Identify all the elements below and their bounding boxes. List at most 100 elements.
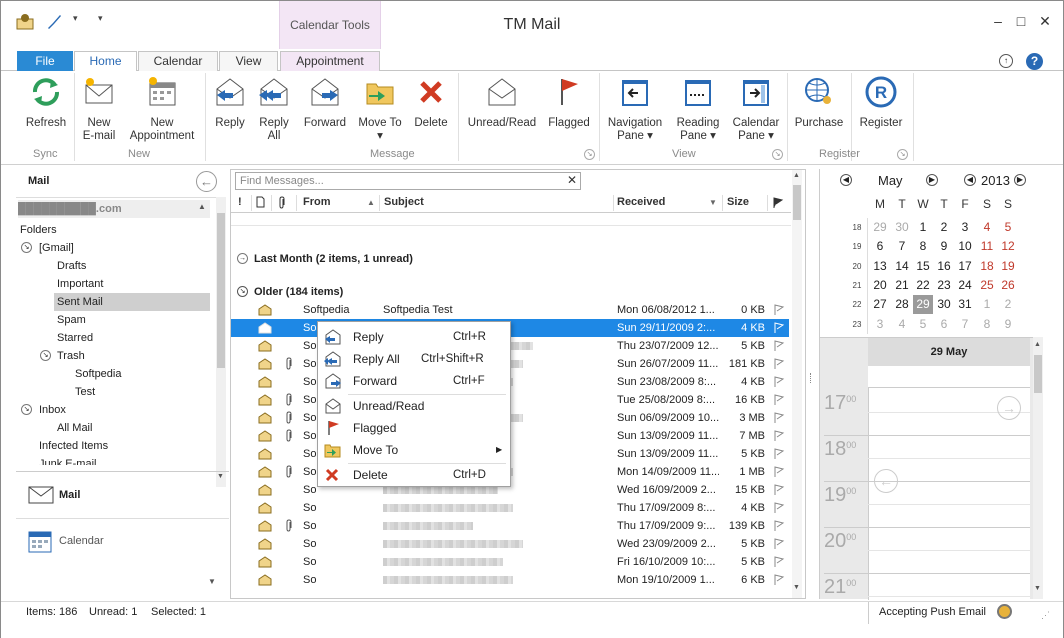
collapse-older-icon[interactable]: ↘ — [237, 286, 248, 297]
list-scroll-up-icon[interactable]: ▲ — [793, 172, 800, 179]
collapse-nav-icon[interactable]: ← — [196, 171, 217, 192]
importance-column-icon[interactable]: ! — [238, 196, 242, 208]
calendar-day[interactable]: 18 — [977, 257, 997, 276]
calendar-day[interactable]: 5 — [913, 315, 933, 334]
calendar-pane-button[interactable]: Calendar Pane ▾ — [730, 75, 782, 143]
expand-inbox-icon[interactable]: ↘ — [21, 404, 32, 415]
menu-item-unread-read[interactable]: Unread/Read — [318, 395, 510, 417]
calendar-day[interactable]: 22 — [913, 276, 933, 295]
calendar-day[interactable]: 13 — [870, 257, 890, 276]
flag-outline-icon[interactable] — [772, 483, 785, 499]
close-icon[interactable]: ✕ — [1035, 13, 1055, 33]
calendar-day[interactable]: 5 — [998, 218, 1018, 237]
view-dialog-launcher-icon[interactable]: ↘ — [772, 149, 783, 160]
calendar-day[interactable]: 1 — [977, 295, 997, 314]
tree-item-softpedia[interactable]: Softpedia — [75, 365, 121, 383]
move-to-button[interactable]: Move To ▾ — [355, 75, 405, 143]
calendar-day[interactable]: 10 — [955, 237, 975, 256]
forward-button[interactable]: Forward — [301, 75, 349, 130]
day-slots[interactable] — [868, 388, 1030, 600]
flag-column-icon[interactable] — [771, 196, 784, 212]
day-scroll-down-icon[interactable]: ▼ — [1034, 585, 1041, 592]
calendar-day[interactable]: 9 — [998, 315, 1018, 334]
calendar-day[interactable]: 11 — [977, 237, 997, 256]
message-dialog-launcher-icon[interactable]: ↘ — [584, 149, 595, 160]
flag-outline-icon[interactable] — [772, 429, 785, 445]
size-column[interactable]: Size — [727, 196, 749, 208]
help-icon[interactable]: ? — [1026, 53, 1043, 70]
calendar-day[interactable]: 26 — [998, 276, 1018, 295]
prev-appointment-icon[interactable]: ← — [874, 469, 898, 493]
calendar-day[interactable]: 4 — [977, 218, 997, 237]
expand-trash-icon[interactable]: ↘ — [40, 350, 51, 361]
flag-outline-icon[interactable] — [772, 393, 785, 409]
customize-brush-icon[interactable] — [45, 13, 63, 34]
calendar-day[interactable]: 16 — [934, 257, 954, 276]
calendar-day[interactable]: 25 — [977, 276, 997, 295]
next-appointment-icon[interactable]: → — [997, 396, 1021, 420]
menu-item-forward[interactable]: Forward Ctrl+F — [318, 370, 510, 392]
calendar-day[interactable]: 4 — [892, 315, 912, 334]
tab-view[interactable]: View — [219, 51, 278, 72]
tree-item-inbox[interactable]: Inbox — [39, 401, 66, 419]
calendar-day[interactable]: 6 — [934, 315, 954, 334]
nav-mail-button[interactable]: Mail — [16, 474, 229, 516]
calendar-day[interactable]: 19 — [998, 257, 1018, 276]
tree-item-test[interactable]: Test — [75, 383, 95, 401]
calendar-day[interactable]: 7 — [955, 315, 975, 334]
calendar-day[interactable]: 2 — [998, 295, 1018, 314]
table-row[interactable]: So Fri 16/10/2009 10:... 5 KB — [231, 553, 789, 571]
delete-button[interactable]: Delete — [411, 75, 451, 130]
new-appointment-button[interactable]: New Appointment — [125, 75, 199, 143]
all-day-area[interactable] — [868, 366, 1030, 388]
tree-item-trash[interactable]: Trash — [57, 347, 85, 365]
list-scrollbar[interactable]: ▲ ▼ — [792, 170, 802, 598]
calendar-day[interactable]: 23 — [934, 276, 954, 295]
flag-outline-icon[interactable] — [772, 375, 785, 391]
prev-year-icon[interactable]: ◀ — [964, 174, 976, 186]
menu-item-reply[interactable]: Reply Ctrl+R — [318, 326, 510, 348]
month-label[interactable]: May — [878, 173, 903, 188]
menu-item-move-to[interactable]: Move To ▶ — [318, 439, 510, 461]
table-row[interactable]: So Wed 23/09/2009 2... 5 KB — [231, 535, 789, 553]
purchase-button[interactable]: Purchase — [792, 75, 846, 130]
reply-all-button[interactable]: Reply All — [255, 75, 293, 143]
maximize-icon[interactable]: □ — [1011, 13, 1031, 33]
navigation-pane-button[interactable]: Navigation Pane ▾ — [604, 75, 666, 143]
flag-outline-icon[interactable] — [772, 339, 785, 355]
app-icon[interactable] — [15, 13, 35, 34]
calendar-day[interactable]: 3 — [870, 315, 890, 334]
flag-outline-icon[interactable] — [772, 357, 785, 373]
calendar-day[interactable]: 12 — [998, 237, 1018, 256]
calendar-day[interactable]: 15 — [913, 257, 933, 276]
new-email-button[interactable]: New E-mail — [79, 75, 119, 143]
resize-grip-icon[interactable]: ⋰ — [1041, 610, 1050, 621]
flag-outline-icon[interactable] — [772, 501, 785, 517]
tab-home[interactable]: Home — [74, 51, 137, 73]
from-column[interactable]: From — [303, 196, 331, 208]
splitter-handle[interactable] — [810, 373, 812, 383]
calendar-day[interactable]: 9 — [934, 237, 954, 256]
tree-item-infected-items[interactable]: Infected Items — [39, 437, 108, 455]
register-dialog-launcher-icon[interactable]: ↘ — [897, 149, 908, 160]
qat-customize-icon[interactable]: ▾ — [98, 13, 103, 24]
calendar-day[interactable]: 29 — [913, 295, 933, 315]
menu-item-delete[interactable]: Delete Ctrl+D — [318, 464, 510, 486]
tree-item-junk-email[interactable]: Junk E-mail — [39, 455, 96, 465]
flag-outline-icon[interactable] — [772, 465, 785, 481]
group-older[interactable]: Older (184 items) — [254, 283, 343, 301]
configure-buttons-icon[interactable]: ▼ — [208, 577, 216, 586]
minimize-icon[interactable]: – — [988, 13, 1008, 33]
calendar-day[interactable]: 30 — [892, 218, 912, 237]
flag-outline-icon[interactable] — [772, 555, 785, 571]
account-name[interactable]: ██████████.com — [18, 200, 210, 218]
table-row[interactable]: So Thu 17/09/2009 8:... 4 KB — [231, 499, 789, 517]
find-messages-input[interactable]: Find Messages... — [235, 172, 581, 190]
flagged-button[interactable]: Flagged — [545, 75, 593, 130]
collapse-ribbon-icon[interactable]: ↑ — [999, 54, 1013, 68]
table-row[interactable]: So Thu 17/09/2009 9:... 139 KB — [231, 517, 789, 535]
menu-item-flagged[interactable]: Flagged — [318, 417, 510, 439]
reply-button[interactable]: Reply — [211, 75, 249, 130]
unread-read-button[interactable]: Unread/Read — [463, 75, 541, 130]
table-row[interactable]: Softpedia Softpedia Test Mon 06/08/2012 1.… — [231, 301, 789, 319]
